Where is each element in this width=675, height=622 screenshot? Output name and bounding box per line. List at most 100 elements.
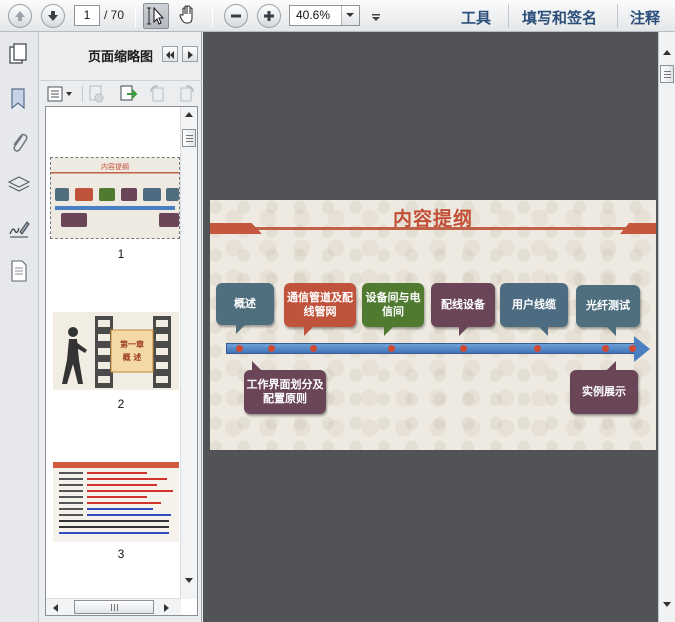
toolbar-divider: [82, 86, 83, 102]
delete-page-icon[interactable]: [86, 84, 106, 104]
outline-item-user-cable: 用户线缆: [500, 283, 568, 336]
slide-title: 内容提纲: [392, 208, 473, 230]
timeline-arrow-head: [634, 336, 650, 362]
options-menu-icon[interactable]: [47, 85, 75, 103]
hand-icon: [179, 5, 193, 24]
menu-arrow-icon: [372, 14, 380, 21]
outline-item-label: 实例展示: [582, 385, 626, 398]
timeline-dot: [534, 345, 541, 352]
toolbar-options-button[interactable]: [368, 3, 384, 29]
page-total-label: / 70: [104, 8, 125, 22]
thumbnails-vertical-scrollbar[interactable]: [180, 107, 197, 599]
collapse-panel-button[interactable]: [162, 46, 178, 62]
thumbnail-page-number: 2: [117, 397, 125, 411]
layers-icon: [7, 176, 31, 192]
page-number-input[interactable]: 1: [74, 5, 100, 26]
arrow-down-icon: [48, 11, 58, 21]
plus-icon: [264, 11, 274, 21]
outline-item-interface: 工作界面划分及配置原则: [244, 361, 326, 414]
pages-icon: [8, 42, 32, 68]
svg-text:内容提纲: 内容提纲: [101, 162, 129, 171]
bookmarks-nav-button[interactable]: [7, 86, 31, 110]
zoom-out-button[interactable]: [224, 4, 248, 28]
insert-page-icon[interactable]: [118, 84, 138, 104]
svg-text:概 述: 概 述: [123, 352, 142, 362]
document-view[interactable]: 内容提纲 概述 通信管道及配线管网 设备间与电信间 配线设备 用户线缆 光纤测试…: [203, 32, 658, 622]
thumbnail-page-number: 1: [117, 247, 125, 261]
scroll-right-arrow-icon[interactable]: [163, 603, 171, 613]
timeline-dot: [236, 345, 243, 352]
scroll-left-arrow-icon[interactable]: [51, 603, 59, 613]
paperclip-icon: [13, 133, 28, 152]
timeline-dot: [268, 345, 275, 352]
timeline-dot: [602, 345, 609, 352]
rotate-right-icon[interactable]: [176, 84, 196, 104]
outline-item-pipeline: 通信管道及配线管网: [284, 283, 356, 336]
thumbnails-horizontal-scrollbar[interactable]: [46, 598, 181, 615]
toolbar-divider: [508, 4, 509, 28]
tools-menu-button[interactable]: 工具: [461, 7, 491, 28]
thumbnail-page-number: 3: [117, 547, 125, 561]
toolbar-divider: [617, 4, 618, 28]
outline-item-label: 配线设备: [441, 298, 485, 311]
signatures-nav-button[interactable]: [7, 216, 31, 240]
attachments-nav-button[interactable]: [7, 130, 31, 154]
slide-thumbnail-image: [53, 462, 179, 542]
svg-text:第一章: 第一章: [120, 339, 144, 349]
hand-tool-button[interactable]: [176, 3, 202, 29]
zoom-dropdown-button[interactable]: [341, 6, 359, 25]
fill-sign-menu-button[interactable]: 填写和签名: [522, 7, 597, 28]
select-tool-button[interactable]: [143, 3, 169, 29]
slide-thumbnail-image: 内容提纲: [51, 158, 179, 238]
toolbar-divider: [212, 5, 213, 27]
outline-item-distribution: 配线设备: [431, 283, 495, 336]
minus-icon: [231, 14, 241, 18]
timeline-dot: [460, 345, 467, 352]
bookmark-icon: [11, 88, 25, 110]
scroll-thumb[interactable]: [74, 600, 154, 614]
toolbar-divider: [135, 5, 136, 27]
scroll-thumb[interactable]: [182, 129, 196, 147]
chevron-down-icon: [346, 13, 354, 17]
thumbnail-page-2[interactable]: 第一章 概 述: [53, 312, 179, 390]
thumbnails-list: 内容提纲 1 第一章 概 述 2 3: [45, 106, 198, 616]
slide-page: 内容提纲 概述 通信管道及配线管网 设备间与电信间 配线设备 用户线缆 光纤测试…: [210, 200, 656, 450]
thumbnail-page-3[interactable]: [53, 462, 179, 542]
outline-item-label: 设备间与电信间: [365, 291, 421, 318]
rotate-left-icon[interactable]: [148, 84, 168, 104]
outline-item-label: 概述: [234, 297, 256, 310]
thumbnail-page-1[interactable]: 内容提纲: [50, 157, 180, 239]
previous-page-button[interactable]: [8, 4, 32, 28]
slide-thumbnail-image: 第一章 概 述: [53, 312, 179, 390]
document-vertical-scrollbar[interactable]: [658, 32, 675, 622]
outline-item-label: 光纤测试: [586, 299, 630, 312]
outline-item-label: 用户线缆: [512, 298, 556, 311]
panel-options-button[interactable]: [182, 46, 198, 62]
comment-menu-button[interactable]: 注释: [630, 7, 660, 28]
navigation-pane-strip: [0, 32, 39, 622]
page-thumbnails-panel: 页面缩略图 内容提纲 1 第一章 概 述 2 3: [40, 32, 202, 622]
document-icon: [11, 260, 27, 282]
double-chevron-left-icon: [166, 51, 174, 59]
signature-icon: [9, 221, 30, 238]
timeline-dot: [388, 345, 395, 352]
cursor-icon: [147, 6, 165, 25]
scroll-up-arrow-icon[interactable]: [184, 110, 194, 118]
scroll-down-arrow-icon[interactable]: [184, 577, 194, 585]
chevron-right-icon: [188, 51, 193, 59]
outline-item-examples: 实例展示: [570, 361, 638, 414]
thumbnails-toolbar: [40, 80, 202, 106]
zoom-level-select[interactable]: 40.6%: [289, 5, 360, 26]
timeline-arrow-shaft: [226, 343, 636, 354]
thumbnails-panel-title: 页面缩略图: [88, 50, 154, 65]
scroll-down-arrow-icon[interactable]: [662, 601, 672, 609]
scroll-up-arrow-icon[interactable]: [662, 48, 672, 56]
zoom-level-value: 40.6%: [296, 8, 331, 22]
pdf-reader-window: 1 / 70 40.6% 工具 填写和签名 注释 页面缩略图 内容提纲 1 第一…: [0, 0, 675, 622]
scroll-thumb[interactable]: [660, 65, 674, 83]
layers-nav-button[interactable]: [7, 172, 31, 196]
zoom-in-button[interactable]: [257, 4, 281, 28]
next-page-button[interactable]: [41, 4, 65, 28]
content-nav-button[interactable]: [7, 258, 31, 282]
outline-item-fiber-test: 光纤测试: [576, 285, 640, 336]
